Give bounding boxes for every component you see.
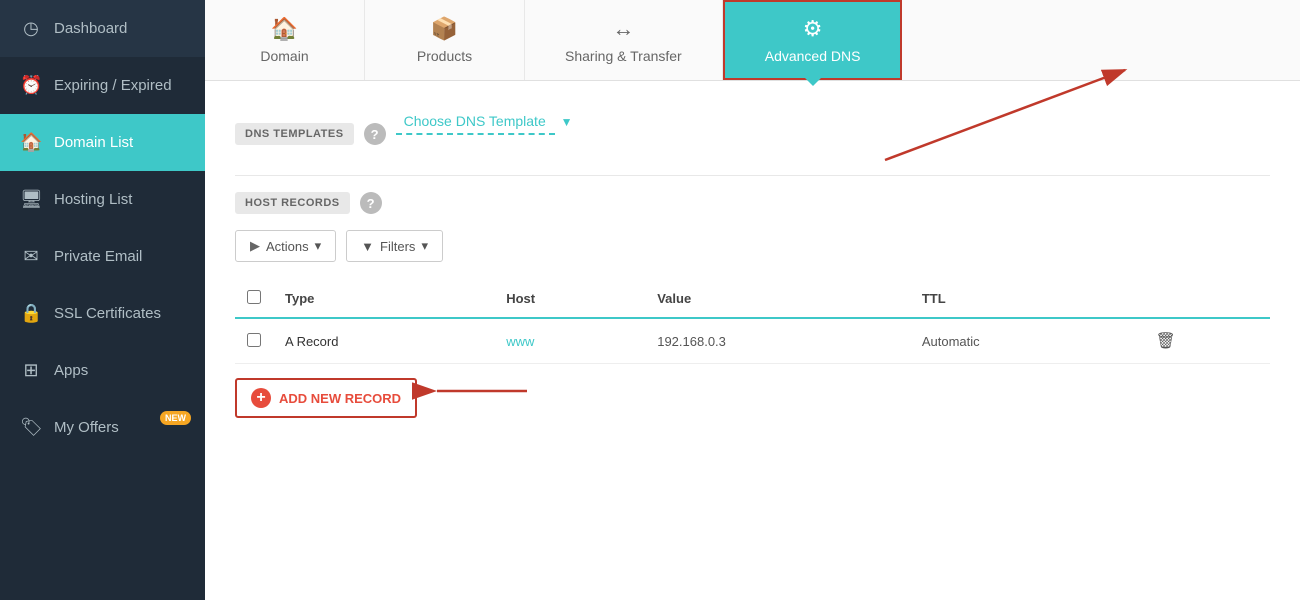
advanced-dns-tab-icon: ⚙ [803, 16, 823, 42]
row-host: www [494, 318, 645, 364]
sidebar-item-label: Apps [54, 362, 88, 379]
sidebar-item-label: Dashboard [54, 20, 127, 37]
sidebar-item-expiring[interactable]: ⏰ Expiring / Expired [0, 57, 205, 114]
add-record-label: ADD NEW RECORD [279, 391, 401, 406]
host-records-section-header: HOST RECORDS ? [235, 192, 1270, 214]
expiring-icon: ⏰ [20, 75, 42, 96]
my-offers-icon: 🏷 [20, 417, 42, 438]
new-badge: NEW [160, 411, 191, 425]
tab-sharing-label: Sharing & Transfer [565, 48, 682, 64]
add-new-record-button[interactable]: + ADD NEW RECORD [235, 378, 417, 418]
filters-button[interactable]: ▼ Filters ▾ [346, 230, 443, 262]
sidebar-item-apps[interactable]: ⊞ Apps [0, 342, 205, 399]
table-row: A Record www 192.168.0.3 Automatic 🗑 [235, 318, 1270, 364]
domain-tab-icon: 🏠 [271, 16, 298, 42]
sidebar-item-label: Hosting List [54, 191, 132, 208]
add-record-container: + ADD NEW RECORD [235, 364, 417, 418]
dns-templates-help-icon[interactable]: ? [364, 123, 386, 145]
table-header-row: Type Host Value TTL [235, 280, 1270, 318]
col-actions [1143, 280, 1270, 318]
sidebar-item-label: SSL Certificates [54, 305, 161, 322]
filters-funnel-icon: ▼ [361, 239, 374, 254]
tab-advanced-dns[interactable]: ⚙ Advanced DNS [723, 0, 903, 80]
dashboard-icon: ◷ [20, 18, 42, 39]
row-delete-cell: 🗑 [1143, 318, 1270, 364]
select-all-checkbox[interactable] [247, 290, 261, 304]
actions-button[interactable]: ▶ Actions ▾ [235, 230, 336, 262]
tab-advanced-dns-label: Advanced DNS [765, 48, 861, 64]
plus-icon: + [251, 388, 271, 408]
ssl-icon: 🔒 [20, 303, 42, 324]
sharing-tab-icon: ↔ [612, 16, 634, 42]
sidebar-item-label: Private Email [54, 248, 142, 265]
private-email-icon: ✉ [20, 246, 42, 267]
row-type: A Record [273, 318, 494, 364]
divider-1 [235, 175, 1270, 176]
col-host: Host [494, 280, 645, 318]
tab-products-label: Products [417, 48, 472, 64]
dns-templates-tag: DNS TEMPLATES [235, 123, 354, 145]
records-table: Type Host Value TTL A Record www 192.168… [235, 280, 1270, 364]
filters-label: Filters [380, 239, 415, 254]
row-ttl: Automatic [910, 318, 1144, 364]
tabs: 🏠 Domain 📦 Products ↔ Sharing & Transfer… [205, 0, 1300, 81]
col-value: Value [645, 280, 910, 318]
sidebar-item-my-offers[interactable]: 🏷 My Offers NEW [0, 399, 205, 456]
delete-icon[interactable]: 🗑 [1155, 333, 1175, 350]
sidebar-item-domain-list[interactable]: 🏠 Domain List [0, 114, 205, 171]
tab-domain[interactable]: 🏠 Domain [205, 0, 365, 80]
host-records-tag: HOST RECORDS [235, 192, 350, 214]
select-all-checkbox-header [235, 280, 273, 318]
dns-templates-section-header: DNS TEMPLATES ? Choose DNS Template Temp… [235, 109, 1270, 159]
dns-template-dropdown-row: Choose DNS Template Template 1 Template … [396, 109, 573, 135]
content-area: DNS TEMPLATES ? Choose DNS Template Temp… [205, 81, 1300, 600]
products-tab-icon: 📦 [431, 16, 458, 42]
tab-area: 🏠 Domain 📦 Products ↔ Sharing & Transfer… [205, 0, 1300, 81]
apps-icon: ⊞ [20, 360, 42, 381]
row-checkbox[interactable] [247, 333, 261, 347]
sidebar-item-dashboard[interactable]: ◷ Dashboard [0, 0, 205, 57]
actions-play-icon: ▶ [250, 238, 260, 254]
filters-chevron-icon: ▾ [421, 238, 428, 254]
row-checkbox-cell [235, 318, 273, 364]
main-content: 🏠 Domain 📦 Products ↔ Sharing & Transfer… [205, 0, 1300, 600]
sidebar-item-ssl-certificates[interactable]: 🔒 SSL Certificates [0, 285, 205, 342]
sidebar-item-hosting-list[interactable]: 🖥 Hosting List [0, 171, 205, 228]
hosting-list-icon: 🖥 [20, 189, 42, 210]
sidebar-item-label: Domain List [54, 134, 133, 151]
actions-chevron-icon: ▾ [315, 238, 322, 254]
row-value: 192.168.0.3 [645, 318, 910, 364]
dns-template-select[interactable]: Choose DNS Template Template 1 Template … [396, 109, 555, 135]
sidebar-item-private-email[interactable]: ✉ Private Email [0, 228, 205, 285]
action-row: ▶ Actions ▾ ▼ Filters ▾ [235, 230, 1270, 262]
tab-sharing-transfer[interactable]: ↔ Sharing & Transfer [525, 0, 723, 80]
add-record-arrow-annotation [427, 376, 547, 406]
tab-products[interactable]: 📦 Products [365, 0, 525, 80]
col-type: Type [273, 280, 494, 318]
actions-label: Actions [266, 239, 309, 254]
domain-list-icon: 🏠 [20, 132, 42, 153]
sidebar-item-label: Expiring / Expired [54, 77, 172, 94]
dropdown-chevron-icon: ▼ [561, 115, 573, 129]
sidebar-item-label: My Offers [54, 419, 119, 436]
col-ttl: TTL [910, 280, 1144, 318]
host-records-help-icon[interactable]: ? [360, 192, 382, 214]
sidebar: ◷ Dashboard ⏰ Expiring / Expired 🏠 Domai… [0, 0, 205, 600]
tab-domain-label: Domain [260, 48, 308, 64]
